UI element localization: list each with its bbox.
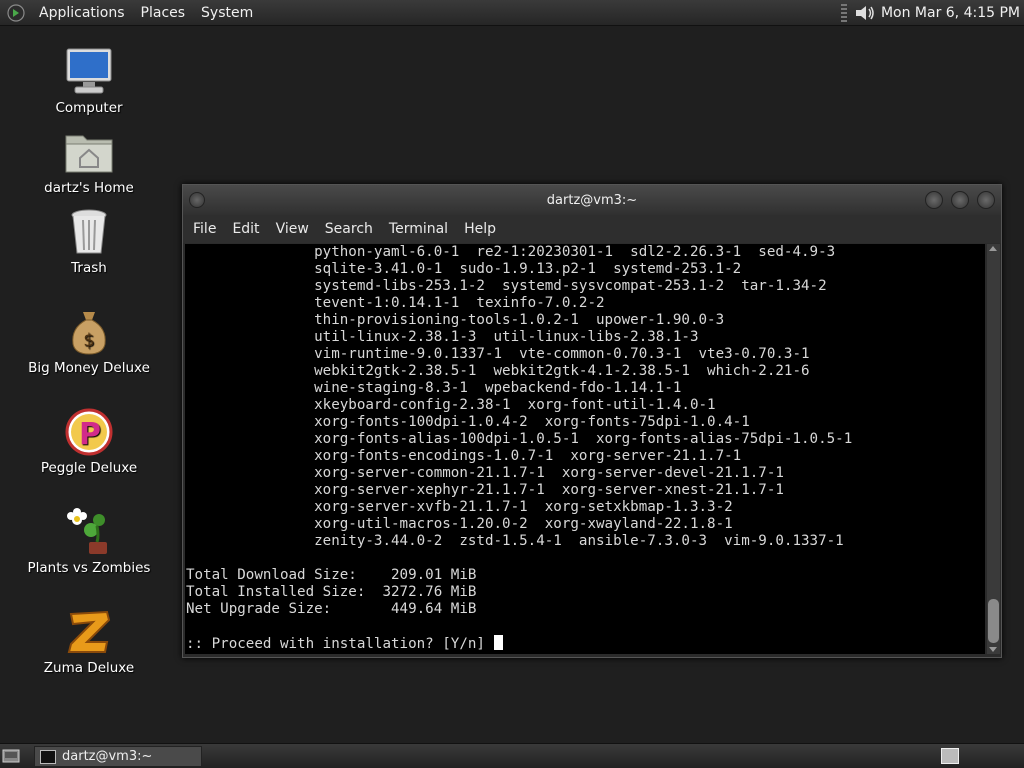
tray-handle[interactable] [840,3,847,22]
window-menu-icon[interactable] [189,192,205,208]
desktop-icon-computer[interactable]: Computer [24,46,154,116]
scroll-down-icon[interactable] [989,647,997,652]
terminal-line: xorg-fonts-100dpi-1.0.4-2 xorg-fonts-75d… [186,414,750,430]
terminal-line: tevent-1:0.14.1-1 texinfo-7.0.2-2 [186,295,605,311]
desktop-icon-label: Trash [71,260,107,276]
menu-edit[interactable]: Edit [224,221,267,237]
money-bag-icon: $ [72,312,106,355]
desktop-icon-peggle[interactable]: P Peggle Deluxe [24,406,154,476]
workspace-switcher[interactable] [941,748,959,764]
desktop-icon-zuma[interactable]: Zuma Deluxe [24,606,154,676]
clock[interactable]: Mon Mar 6, 4:15 PM [881,5,1024,21]
window-title: dartz@vm3:~ [546,192,638,208]
terminal-menubar: File Edit View Search Terminal Help [183,215,1001,243]
terminal-line: xorg-fonts-alias-100dpi-1.0.5-1 xorg-fon… [186,431,853,447]
desktop-icon-home[interactable]: dartz's Home [24,126,154,196]
svg-text:P: P [79,417,101,452]
volume-icon[interactable] [853,3,877,23]
terminal-line: xorg-server-common-21.1.7-1 xorg-server-… [186,465,784,481]
places-menu[interactable]: Places [133,5,194,21]
menu-terminal[interactable]: Terminal [381,221,456,237]
desktop-icon-label: Plants vs Zombies [27,560,151,576]
maximize-icon[interactable] [951,191,969,209]
desktop-icon-big-money[interactable]: $ Big Money Deluxe [24,306,154,376]
terminal-line: thin-provisioning-tools-1.0.2-1 upower-1… [186,312,725,328]
terminal-line: vim-runtime-9.0.1337-1 vte-common-0.70.3… [186,346,810,362]
menu-help[interactable]: Help [456,221,504,237]
terminal-prompt: :: Proceed with installation? [Y/n] [186,636,494,652]
terminal-line: xorg-server-xephyr-21.1.7-1 xorg-server-… [186,482,784,498]
terminal-line: xorg-util-macros-1.20.0-2 xorg-xwayland-… [186,516,733,532]
distro-logo-icon[interactable] [7,3,25,22]
terminal-line: sqlite-3.41.0-1 sudo-1.9.13.p2-1 systemd… [186,261,742,277]
svg-text:$: $ [83,330,94,351]
taskbar-terminal-button[interactable]: dartz@vm3:~ [34,746,202,767]
applications-menu[interactable]: Applications [31,5,133,21]
terminal-window[interactable]: dartz@vm3:~ File Edit View Search Termin… [182,184,1002,658]
desktop-icon-trash[interactable]: Trash [24,206,154,276]
top-panel: Applications Places System Mon Mar 6, 4:… [0,0,1024,26]
terminal-line: python-yaml-6.0-1 re2-1:20230301-1 sdl2-… [186,244,836,260]
desktop-icon-label: dartz's Home [44,180,134,196]
scroll-up-icon[interactable] [989,246,997,251]
terminal-line: util-linux-2.38.1-3 util-linux-libs-2.38… [186,329,699,345]
show-desktop-icon[interactable] [2,748,20,763]
terminal-line: Total Installed Size: 3272.76 MiB [186,584,477,600]
menu-file[interactable]: File [185,221,224,237]
terminal-line: xorg-fonts-encodings-1.0.7-1 xorg-server… [186,448,742,464]
home-folder-icon [65,135,113,173]
terminal-line: wine-staging-8.3-1 wpebackend-fdo-1.14.1… [186,380,682,396]
system-menu[interactable]: System [193,5,261,21]
terminal-text: python-yaml-6.0-1 re2-1:20230301-1 sdl2-… [185,244,985,653]
desktop-icon-label: Peggle Deluxe [40,460,138,476]
peggle-icon: P [65,408,113,456]
window-titlebar[interactable]: dartz@vm3:~ [183,185,1001,215]
terminal-line: zenity-3.44.0-2 zstd-1.5.4-1 ansible-7.3… [186,533,844,549]
close-icon[interactable] [977,191,995,209]
minimize-icon[interactable] [925,191,943,209]
terminal-app-icon [40,749,56,764]
menu-view[interactable]: View [268,221,317,237]
bottom-panel: dartz@vm3:~ [0,743,1024,768]
desktop-icon-label: Computer [55,100,123,116]
computer-icon [66,48,112,94]
terminal-output[interactable]: python-yaml-6.0-1 re2-1:20230301-1 sdl2-… [185,244,985,654]
terminal-line: Net Upgrade Size: 449.64 MiB [186,601,477,617]
terminal-line: xkeyboard-config-2.38-1 xorg-font-util-1… [186,397,716,413]
scrollbar-thumb[interactable] [988,599,999,643]
terminal-line: systemd-libs-253.1-2 systemd-sysvcompat-… [186,278,827,294]
desktop-icon-label: Big Money Deluxe [28,360,150,376]
plants-icon [67,508,107,554]
terminal-line: Total Download Size: 209.01 MiB [186,567,477,583]
menu-search[interactable]: Search [317,221,381,237]
desktop-icon-plants-vs-zombies[interactable]: Plants vs Zombies [24,506,154,576]
desktop-icon-label: Zuma Deluxe [43,660,135,676]
taskbar-label: dartz@vm3:~ [62,749,153,764]
terminal-line: webkit2gtk-2.38.5-1 webkit2gtk-4.1-2.38.… [186,363,810,379]
trash-icon [71,209,107,254]
text-cursor [493,635,503,650]
zuma-icon [67,610,111,653]
terminal-scrollbar[interactable] [987,244,1000,654]
terminal-line: xorg-server-xvfb-21.1.7-1 xorg-setxkbmap… [186,499,733,515]
